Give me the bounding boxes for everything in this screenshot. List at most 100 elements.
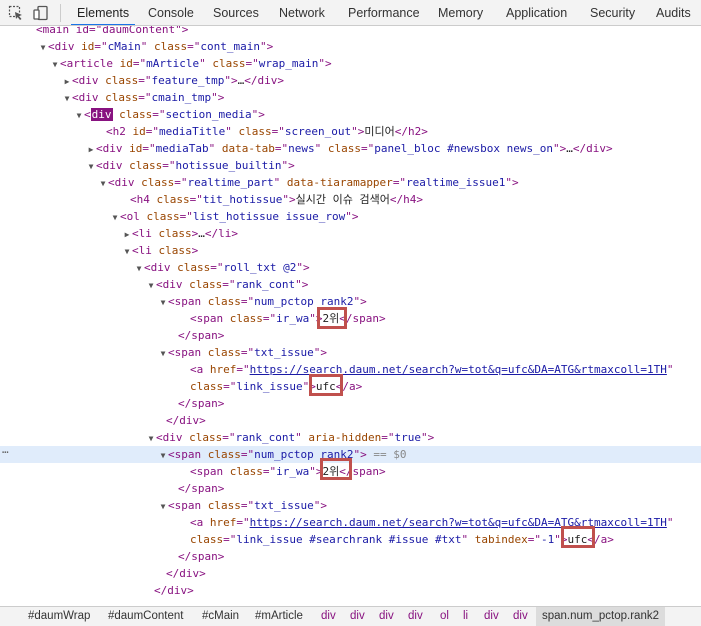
breadcrumb-item[interactable]: #mArticle — [255, 607, 303, 626]
dom-node-row[interactable]: </span> — [0, 395, 701, 412]
breadcrumb-item[interactable]: div — [350, 607, 365, 626]
punct: " — [554, 533, 561, 546]
dom-node-row[interactable]: </div> — [0, 565, 701, 582]
expand-arrow-icon[interactable]: ▼ — [146, 430, 156, 447]
attr-value: news — [288, 142, 315, 155]
dom-node-row[interactable]: ▼ <span class="txt_issue"> — [0, 344, 701, 361]
breadcrumb-item[interactable]: #daumContent — [108, 607, 183, 626]
dom-node-row[interactable]: ▼ <article id="mArticle" class="wrap_main… — [0, 55, 701, 72]
dom-node-row[interactable]: ▼ <div class="rank_cont"> — [0, 276, 701, 293]
expand-arrow-icon[interactable]: ▼ — [122, 243, 132, 260]
dom-node-row[interactable]: ▼ <span class="num_pctop rank2"> — [0, 293, 701, 310]
attr-value: panel_bloc #newsbox news_on — [374, 142, 554, 155]
dom-node-row[interactable]: </span> — [0, 548, 701, 565]
dom-node-row[interactable]: </span> — [0, 327, 701, 344]
expand-arrow-icon[interactable]: ▼ — [158, 345, 168, 362]
dom-node-row[interactable]: <main id="daumContent"> — [0, 26, 701, 38]
breadcrumb-item[interactable]: div — [321, 607, 336, 626]
dom-node-row[interactable]: class="link_issue #searchrank #issue #tx… — [0, 531, 701, 548]
expand-arrow-icon[interactable]: ▼ — [146, 277, 156, 294]
tab-console[interactable]: Console — [148, 0, 194, 25]
attr-value: ir_wa — [276, 465, 310, 478]
dom-node-row[interactable]: ▼ <div class="hotissue_builtin"> — [0, 157, 701, 174]
expand-arrow-icon[interactable]: ▼ — [158, 447, 168, 464]
expand-arrow-icon[interactable]: ▼ — [158, 294, 168, 311]
attr-name: data-tiaramapper — [286, 176, 393, 189]
punct: > — [301, 278, 309, 291]
tab-audits[interactable]: Audits — [656, 0, 691, 25]
breadcrumb-item[interactable]: div — [484, 607, 499, 626]
attr-value: cont_main — [200, 40, 260, 53]
dom-node-row[interactable]: <a href="https://search.daum.net/search?… — [0, 361, 701, 378]
expand-arrow-icon[interactable]: ▼ — [86, 158, 96, 175]
tab-elements[interactable]: Elements — [70, 0, 136, 25]
dom-node-row[interactable]: ▼ <div class="roll_txt @2"> — [0, 259, 701, 276]
expand-arrow-icon[interactable]: ▼ — [110, 209, 120, 226]
tab-performance[interactable]: Performance — [348, 0, 420, 25]
breadcrumb-item[interactable]: span.num_pctop.rank2 — [536, 607, 665, 626]
breadcrumb-item[interactable]: #cMain — [202, 607, 239, 626]
expand-arrow-icon[interactable]: ▼ — [158, 498, 168, 515]
dom-node-row[interactable]: ▼ <div class="realtime_part" data-tiarama… — [0, 174, 701, 191]
expand-arrow-icon[interactable]: ▼ — [62, 90, 72, 107]
dom-node-row[interactable]: ▼ <ol class="list_hotissue issue_row"> — [0, 208, 701, 225]
breadcrumb-item[interactable]: div — [513, 607, 528, 626]
dom-node-row[interactable]: ▼ <div id="cMain" class="cont_main"> — [0, 38, 701, 55]
expand-arrow-icon[interactable]: ▼ — [98, 175, 108, 192]
punct: =" — [240, 346, 255, 359]
punct: =" — [236, 516, 250, 529]
punct: < — [190, 465, 197, 478]
punct: =" — [187, 40, 201, 53]
dom-node-row[interactable]: </div> — [0, 412, 701, 429]
attr-value: tit_hotissue — [202, 193, 283, 206]
element-tag: <main id="daumContent"> — [36, 26, 189, 36]
breadcrumb-item[interactable]: div — [379, 607, 394, 626]
collapse-arrow-icon[interactable]: ▶ — [86, 141, 96, 158]
tab-security[interactable]: Security — [590, 0, 635, 25]
dom-node-row[interactable]: <span class="ir_wa">2위</span> — [0, 310, 701, 327]
expand-arrow-icon[interactable]: ▼ — [134, 260, 144, 277]
breadcrumb-item[interactable]: div — [408, 607, 423, 626]
tab-network[interactable]: Network — [279, 0, 325, 25]
dom-node-row[interactable]: ▶ <div class="feature_tmp">…</div> — [0, 72, 701, 89]
collapse-arrow-icon[interactable]: ▶ — [122, 226, 132, 243]
punct: > — [191, 244, 199, 257]
dom-node-row[interactable]: <h4 class="tit_hotissue">실시간 이슈 검색어</h4> — [0, 191, 701, 208]
dom-node-row[interactable]: class="link_issue">ufc</a> — [0, 378, 701, 395]
dom-node-row[interactable]: ▶ <li class>…</li> — [0, 225, 701, 242]
breadcrumb-item[interactable]: ol — [440, 607, 449, 626]
collapse-arrow-icon[interactable]: ▶ — [62, 73, 72, 90]
device-toolbar-icon[interactable] — [33, 5, 49, 21]
dom-node-row[interactable]: ▼ <div class="cmain_tmp"> — [0, 89, 701, 106]
dom-node-row[interactable]: </span> — [0, 480, 701, 497]
breadcrumb-item[interactable]: #daumWrap — [28, 607, 90, 626]
punct: < — [130, 193, 137, 206]
dom-node-row[interactable]: </div> — [0, 582, 701, 599]
dom-node-row[interactable]: <a href="https://search.daum.net/search?… — [0, 514, 701, 531]
attr-value: section_media — [165, 108, 252, 121]
tag-name: div — [114, 176, 135, 189]
tab-memory[interactable]: Memory — [438, 0, 483, 25]
punct: > — [230, 74, 238, 87]
dom-node-row[interactable]: <h2 id="mediaTitle" class="screen_out">미… — [0, 123, 701, 140]
punct: =" — [189, 193, 203, 206]
dom-node-row[interactable]: ▶ <div id="mediaTab" data-tab="news" clas… — [0, 140, 701, 157]
more-options-icon[interactable]: … — [2, 443, 9, 456]
tab-sources[interactable]: Sources — [213, 0, 259, 25]
inspect-element-icon[interactable] — [8, 5, 24, 21]
punct: < — [190, 516, 197, 529]
href-link[interactable]: https://search.daum.net/search?w=tot&q=u… — [250, 516, 667, 529]
tab-application[interactable]: Application — [506, 0, 567, 25]
dom-node-row[interactable]: </li> — [0, 599, 701, 600]
punct: < — [96, 159, 103, 172]
dom-node-row[interactable]: ▼ <li class> — [0, 242, 701, 259]
dom-node-row[interactable]: ▼ <div class="section_media"> — [0, 106, 701, 123]
punct: =" — [236, 363, 250, 376]
dom-node-row[interactable]: ▼ <div class="rank_cont" aria-hidden="tru… — [0, 429, 701, 446]
dom-node-row[interactable]: ▼ <span class="txt_issue"> — [0, 497, 701, 514]
breadcrumb-item[interactable]: li — [463, 607, 468, 626]
expand-arrow-icon[interactable]: ▼ — [38, 39, 48, 56]
expand-arrow-icon[interactable]: ▼ — [50, 56, 60, 73]
expand-arrow-icon[interactable]: ▼ — [74, 107, 84, 124]
